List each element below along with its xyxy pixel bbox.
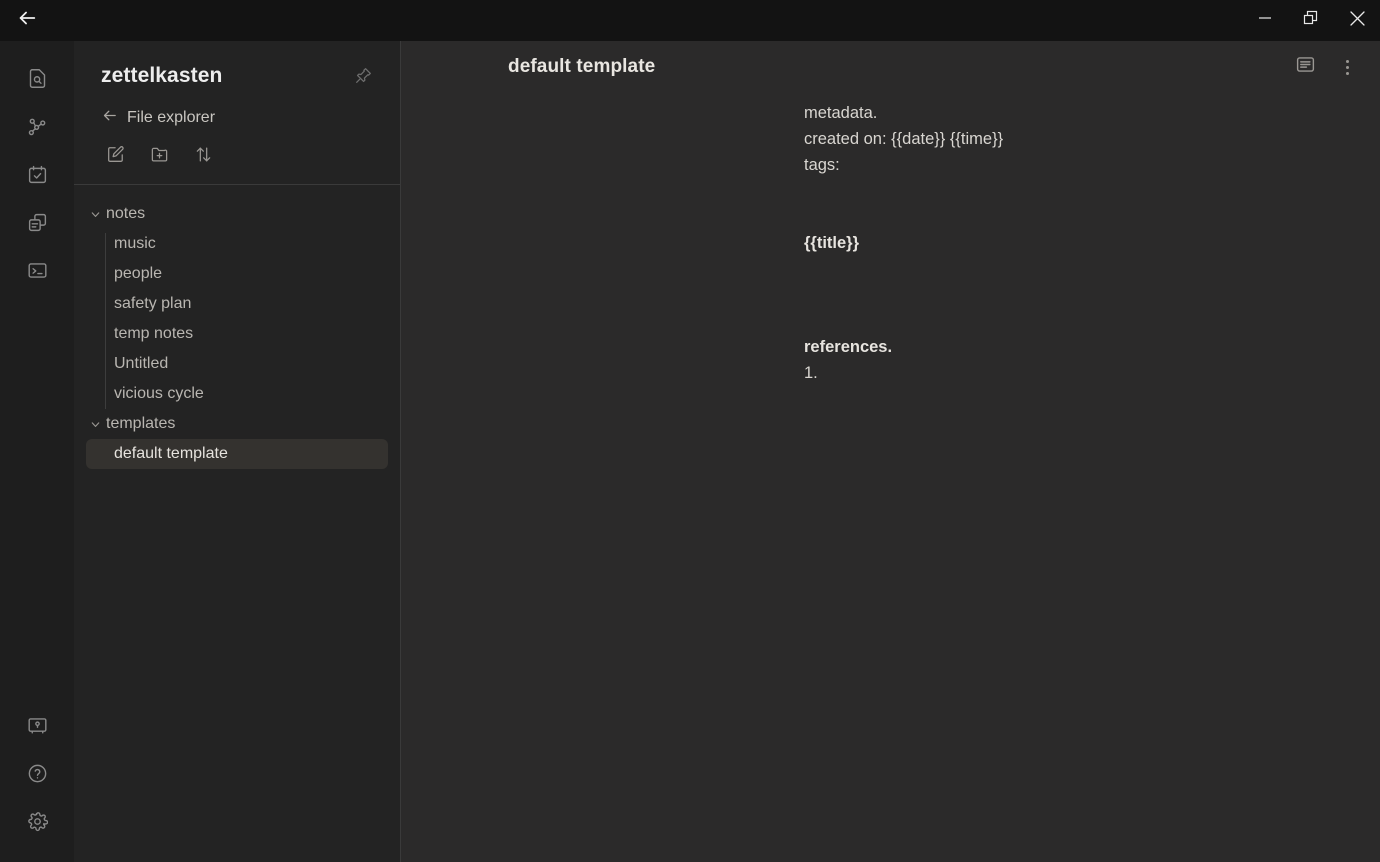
window-restore-button[interactable] [1288, 0, 1334, 41]
title-bar-left [10, 6, 44, 36]
rail-item-graph[interactable] [15, 105, 59, 153]
tree-file-label: Untitled [114, 355, 169, 372]
tree-file-vicious-cycle[interactable]: vicious cycle [86, 379, 388, 409]
rail-item-clipboard[interactable] [15, 201, 59, 249]
tree-group: templates default template [86, 409, 388, 469]
safe-vault-icon [27, 715, 48, 741]
app-window: zettelkasten File explorer notes music p… [0, 0, 1380, 862]
tree-file-Untitled[interactable]: Untitled [86, 349, 388, 379]
tree-file-people[interactable]: people [86, 259, 388, 289]
chevron-down-icon [86, 208, 104, 221]
outline-panel-button[interactable] [1290, 52, 1320, 82]
sort-button[interactable] [189, 143, 217, 171]
tree-file-label: music [114, 235, 156, 252]
tree-file-label: temp notes [114, 325, 194, 342]
document-body[interactable]: metadata. created on: {{date}} {{time}} ta… [401, 100, 1380, 386]
title-bar [0, 0, 1380, 41]
note-edit-icon [106, 145, 125, 169]
document-line[interactable] [802, 256, 1380, 282]
document-line[interactable] [802, 204, 1380, 230]
restore-window-icon [1303, 10, 1319, 31]
question-circle-icon [27, 763, 48, 789]
tree-file-music[interactable]: music [86, 229, 388, 259]
more-vertical-icon [1345, 59, 1349, 75]
minimize-icon [1258, 11, 1272, 30]
arrow-left-icon [16, 7, 38, 34]
pin-panel-button[interactable] [350, 65, 376, 91]
new-folder-button[interactable] [145, 143, 173, 171]
tree-file-default-template[interactable]: default template [86, 439, 388, 469]
document-line[interactable]: 1. [802, 360, 1380, 386]
rail-item-help[interactable] [15, 752, 59, 800]
window-back-button[interactable] [10, 6, 44, 36]
document-line[interactable]: tags: [802, 152, 1380, 178]
graph-view-icon [27, 116, 48, 142]
tree-file-temp-notes[interactable]: temp notes [86, 319, 388, 349]
window-controls [1242, 0, 1380, 41]
window-close-button[interactable] [1334, 0, 1380, 41]
document-line[interactable]: metadata. [802, 100, 1380, 126]
arrow-left-icon [101, 107, 118, 129]
tree-file-label: people [114, 265, 163, 282]
breadcrumb-label: File explorer [127, 109, 216, 126]
calendar-check-icon [27, 164, 48, 190]
vault-title: zettelkasten [101, 64, 223, 87]
file-explorer-panel: zettelkasten File explorer notes music p… [74, 41, 401, 862]
document-line[interactable] [802, 308, 1380, 334]
pushpin-icon [354, 66, 373, 90]
rail-top-group [15, 57, 59, 297]
folder-plus-icon [150, 145, 169, 169]
tree-folder-notes[interactable]: notes [86, 199, 388, 229]
text-panel-icon [1295, 54, 1316, 80]
more-options-button[interactable] [1332, 52, 1362, 82]
editor-title: default template [508, 56, 656, 77]
rail-item-tasks[interactable] [15, 153, 59, 201]
rail-item-settings[interactable] [15, 800, 59, 848]
activity-rail [0, 41, 74, 862]
document-line[interactable]: {{title}} [802, 230, 1380, 256]
panel-header: zettelkasten [74, 41, 400, 91]
document-line[interactable]: references. [802, 334, 1380, 360]
rail-bottom-group [15, 704, 59, 848]
tree-file-label: safety plan [114, 295, 192, 312]
file-tree: notes music people safety plan temp notes Unt… [74, 185, 400, 862]
main-body: zettelkasten File explorer notes music p… [0, 41, 1380, 862]
breadcrumb[interactable]: File explorer [74, 91, 400, 129]
file-search-icon [27, 68, 48, 94]
tree-file-label: default template [114, 445, 228, 462]
rail-item-search[interactable] [15, 57, 59, 105]
sort-arrows-icon [194, 145, 213, 169]
tree-folder-label: templates [106, 415, 176, 432]
document-line[interactable] [802, 178, 1380, 204]
rail-item-vault[interactable] [15, 704, 59, 752]
new-note-button[interactable] [101, 143, 129, 171]
panel-toolbar [74, 129, 400, 184]
chevron-down-icon [86, 418, 104, 431]
rail-item-terminal[interactable] [15, 249, 59, 297]
tree-file-label: vicious cycle [114, 385, 204, 402]
editor-header-actions [1290, 52, 1362, 82]
terminal-icon [27, 260, 48, 286]
document-line[interactable]: created on: {{date}} {{time}} [802, 126, 1380, 152]
copy-stack-icon [27, 212, 48, 238]
tree-group: notes music people safety plan temp notes Unt… [86, 199, 388, 409]
editor-pane: default template metadata. created on: {… [401, 41, 1380, 862]
editor-header: default template [401, 41, 1380, 93]
tree-folder-templates[interactable]: templates [86, 409, 388, 439]
window-minimize-button[interactable] [1242, 0, 1288, 41]
close-icon [1349, 10, 1366, 32]
editor-content[interactable]: metadata. created on: {{date}} {{time}} ta… [401, 93, 1380, 862]
gear-icon [27, 811, 48, 837]
document-line[interactable] [802, 282, 1380, 308]
tree-file-safety-plan[interactable]: safety plan [86, 289, 388, 319]
tree-folder-label: notes [106, 205, 146, 222]
